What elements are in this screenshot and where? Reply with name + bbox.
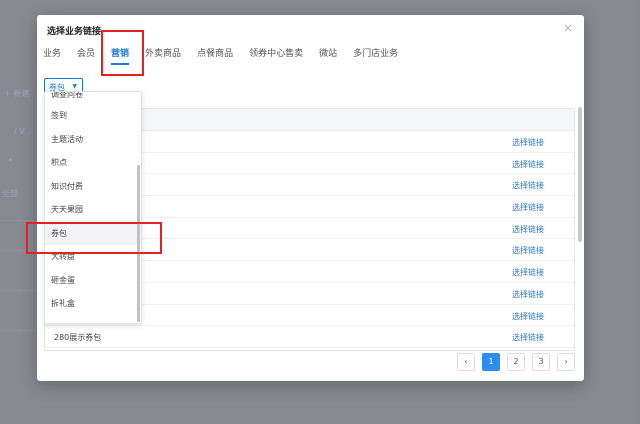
select-link-button[interactable]: 选择链接: [512, 332, 544, 343]
row-name: 280展示券包: [54, 333, 102, 343]
select-link-button[interactable]: 选择链接: [512, 224, 544, 235]
dropdown-option-paid-knowledge[interactable]: 知识付费: [45, 175, 141, 199]
dropdown-option-survey[interactable]: 调查问卷: [45, 92, 141, 104]
tab-micro-site[interactable]: 微站: [319, 48, 337, 68]
chevron-right-icon[interactable]: ›: [557, 353, 575, 371]
page-button[interactable]: 3: [532, 353, 550, 371]
background-filter-all: 全部: [2, 189, 18, 198]
tab-coupon-center-sale[interactable]: 领券中心售卖: [249, 48, 303, 68]
select-link-button[interactable]: 选择链接: [512, 180, 544, 191]
dropdown-option-sign-in[interactable]: 签到: [45, 104, 141, 128]
background-divider: [0, 250, 36, 251]
background-add-button: + 新建: [4, 89, 30, 98]
table-row: 280展示券包 选择链接: [45, 326, 574, 348]
dropdown-option-daily-orchard[interactable]: 天天果园: [45, 198, 141, 222]
table-scrollbar[interactable]: [578, 107, 582, 242]
select-link-button[interactable]: 选择链接: [512, 137, 544, 148]
background-divider: [0, 290, 36, 291]
tab-multi-store[interactable]: 多门店业务: [353, 48, 398, 68]
dropdown-scrollbar[interactable]: [137, 165, 140, 322]
background-divider: [0, 330, 36, 331]
dropdown-option-points[interactable]: 积点: [45, 151, 141, 175]
tab-order-goods[interactable]: 点餐商品: [197, 48, 233, 68]
chevron-down-icon: ▼: [72, 83, 77, 90]
select-link-button[interactable]: 选择链接: [512, 267, 544, 278]
chevron-left-icon[interactable]: ‹: [457, 353, 475, 371]
dropdown-option-theme-event[interactable]: 主题活动: [45, 128, 141, 152]
modal-title: 选择业务链接: [47, 27, 102, 37]
category-tabs: 业务 会员 营销 外卖商品 点餐商品 领券中心售卖 微站 多门店业务: [43, 48, 414, 68]
select-link-button[interactable]: 选择链接: [512, 202, 544, 213]
tab-business[interactable]: 业务: [43, 48, 61, 68]
dropdown-option-coupon-pack[interactable]: 券包: [45, 221, 141, 245]
background-text: / V: [14, 127, 25, 136]
tab-marketing[interactable]: 营销: [111, 48, 130, 68]
background-text: •: [8, 156, 13, 165]
dropdown-option-gift-box[interactable]: 拆礼盒: [45, 292, 141, 316]
tab-member[interactable]: 会员: [77, 48, 95, 68]
page-button[interactable]: 2: [507, 353, 525, 371]
select-link-button[interactable]: 选择链接: [512, 289, 544, 300]
tab-delivery-goods[interactable]: 外卖商品: [145, 48, 181, 68]
select-link-button[interactable]: 选择链接: [512, 159, 544, 170]
dropdown-option-smash-egg[interactable]: 砸金蛋: [45, 269, 141, 293]
pagination: ‹ 1 2 3 ›: [450, 353, 575, 373]
background-divider: [0, 220, 36, 221]
page-button[interactable]: 1: [482, 353, 500, 371]
dropdown-option-lucky-wheel[interactable]: 大转盘: [45, 245, 141, 269]
select-link-button[interactable]: 选择链接: [512, 311, 544, 322]
type-dropdown-menu: 调查问卷 签到 主题活动 积点 知识付费 天天果园 券包 大转盘 砸金蛋 拆礼盒: [44, 91, 142, 324]
close-icon[interactable]: ×: [561, 21, 575, 35]
select-link-button[interactable]: 选择链接: [512, 245, 544, 256]
